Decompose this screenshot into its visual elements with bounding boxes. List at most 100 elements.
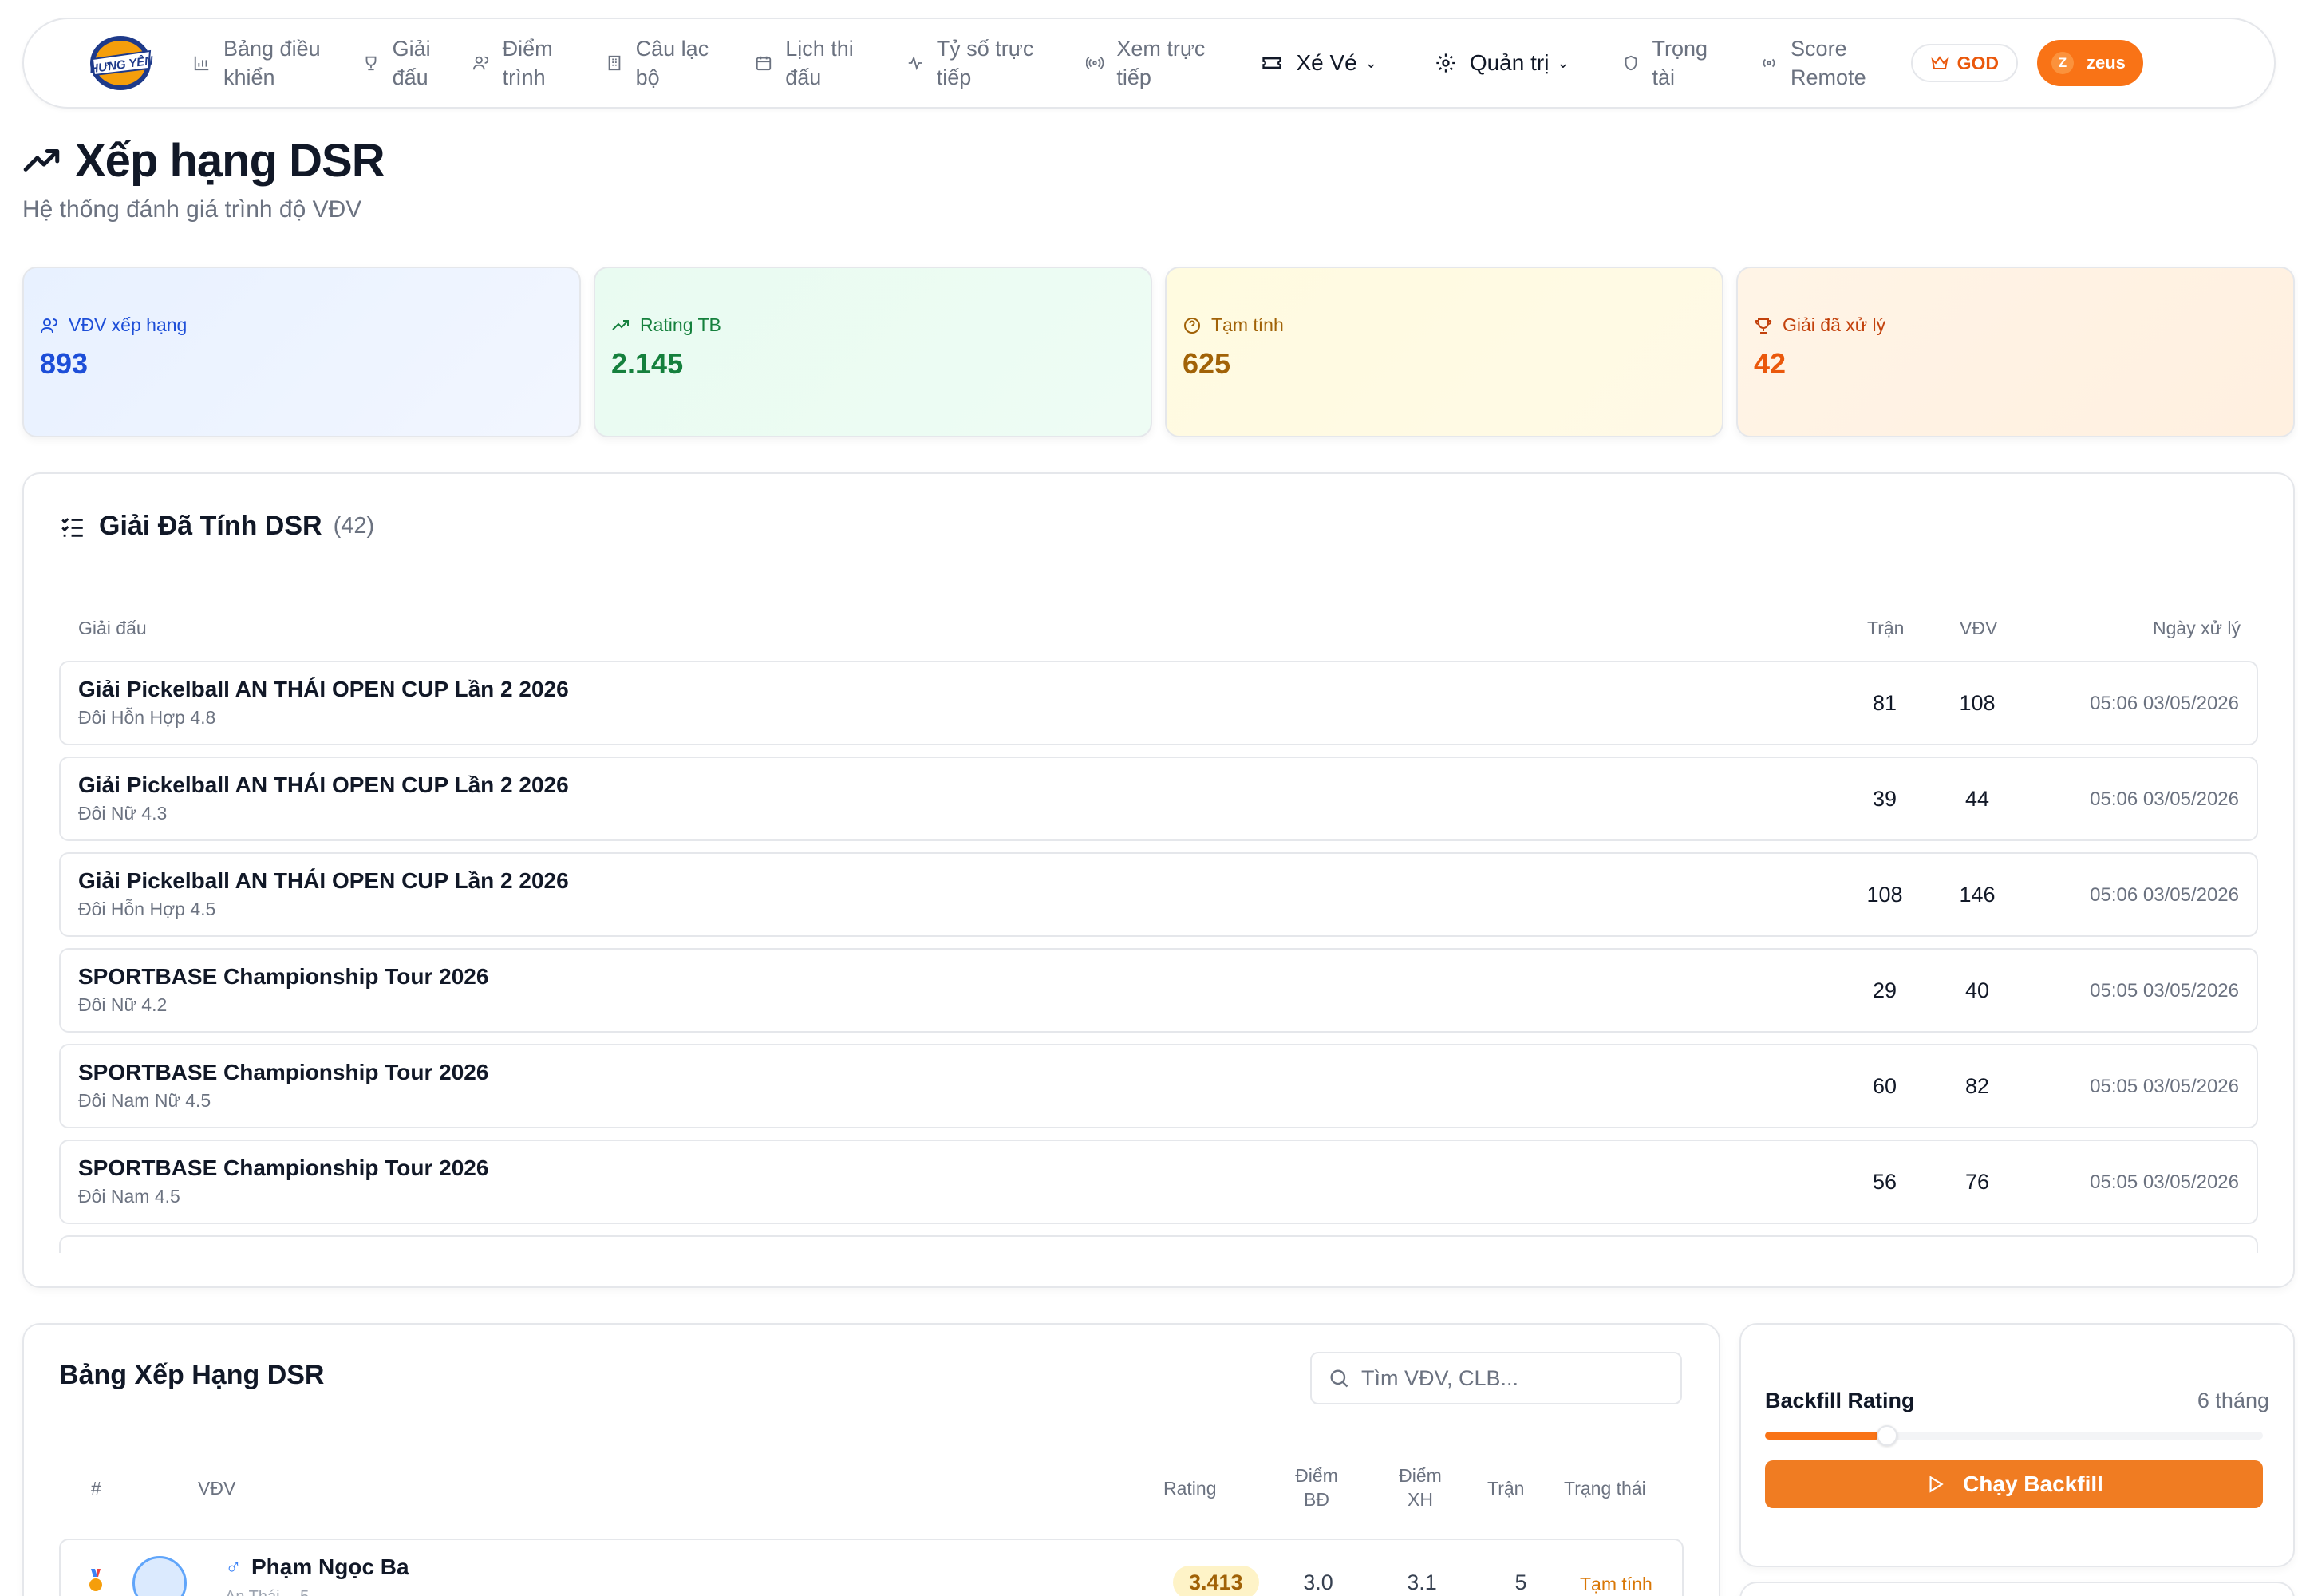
player-name[interactable]: ♂ Phạm Ngọc Ba	[225, 1555, 409, 1580]
stat-value: 2.145	[611, 347, 684, 380]
god-badge[interactable]: GOD	[1910, 44, 2018, 82]
users-icon	[41, 318, 57, 333]
chevron-down-icon: ⌄	[1557, 55, 1570, 71]
table-row[interactable]: SPORTBASE Championship Tour 2026 Đôi Nam…	[59, 1044, 2258, 1128]
nav-clubs[interactable]: Câu lạc bộ	[606, 34, 709, 92]
tournament-category: Đôi Nam 4.5	[78, 1186, 180, 1207]
shield-icon	[1625, 55, 1637, 71]
stat-value: 42	[1754, 347, 1787, 380]
users-icon	[472, 56, 488, 70]
stat-card-ranked-players: VĐV xếp hạng 893	[22, 267, 581, 437]
activity-icon	[908, 55, 922, 71]
tournament-name: SPORTBASE Championship Tour 2026	[78, 964, 489, 989]
stat-value: 893	[40, 347, 89, 380]
button-label: Chạy Backfill	[1963, 1472, 2103, 1496]
nav-label: tiếp	[1116, 65, 1151, 89]
user-name: zeus	[2086, 53, 2126, 73]
list-checks-icon	[61, 517, 83, 537]
rank-points: 3.1	[1407, 1570, 1437, 1594]
match-count: 60	[1872, 1074, 1897, 1098]
tournament-category: Đôi Nữ 4.2	[78, 994, 168, 1015]
table-row[interactable]: SPORTBASE Championship Tour 2026 Đôi Nữ …	[59, 948, 2258, 1033]
nav-schedule[interactable]: Lịch thi đấu	[755, 34, 854, 92]
play-icon	[1929, 1476, 1944, 1493]
stat-label-text: Tạm tính	[1211, 314, 1284, 335]
match-count: 108	[1866, 883, 1903, 907]
nav-label: bộ	[635, 65, 660, 89]
processed-date: 05:06 03/05/2026	[2090, 788, 2239, 810]
column-header-line: XH	[1408, 1489, 1433, 1510]
chevron-down-icon: ⌄	[1364, 55, 1377, 71]
search-placeholder: Tìm VĐV, CLB...	[1361, 1365, 1519, 1390]
tournament-name: SPORTBASE Championship Tour 2026	[78, 1156, 489, 1180]
nav-label: đấu	[785, 65, 822, 89]
rating-badge: 3.413	[1173, 1566, 1259, 1596]
user-menu-button[interactable]: Z zeus	[2036, 40, 2143, 86]
nav-live-scores[interactable]: Tỷ số trực tiếp	[906, 34, 1034, 92]
tournament-name: Giải Pickelball AN THÁI OPEN CUP Lần 2 2…	[78, 772, 569, 797]
nav-admin-dropdown[interactable]: Quản trị ⌄	[1435, 49, 1570, 77]
search-input[interactable]: Tìm VĐV, CLB...	[1310, 1352, 1682, 1404]
nav-tournaments[interactable]: Giải đấu	[362, 34, 431, 92]
column-header-player: VĐV	[198, 1478, 236, 1499]
processed-tournament-list[interactable]: Giải Pickelball AN THÁI OPEN CUP Lần 2 2…	[59, 661, 2258, 1253]
start-points: 3.0	[1303, 1570, 1333, 1594]
tournament-name: SPORTBASE Championship Tour 2026	[78, 1060, 489, 1084]
trending-up-icon	[612, 319, 629, 330]
club-logo[interactable]: HƯNG YÊN	[77, 27, 164, 99]
ticket-icon	[1262, 57, 1282, 69]
table-row[interactable]: Giải Pickelball AN THÁI OPEN CUP Lần 2 2…	[59, 757, 2258, 841]
player-count: 76	[1964, 1170, 1990, 1194]
processed-date: 05:05 03/05/2026	[2090, 1171, 2239, 1193]
player-count: 146	[1959, 883, 1996, 907]
player-count: 82	[1964, 1074, 1990, 1098]
backfill-slider[interactable]	[1765, 1425, 2263, 1446]
nav-label: Remote	[1791, 65, 1866, 89]
player-club: An Thái	[225, 1588, 280, 1596]
nav-watch-live[interactable]: Xem trực tiếp	[1086, 34, 1205, 92]
run-backfill-button[interactable]: Chạy Backfill	[1765, 1460, 2263, 1508]
broadcast-icon	[1086, 57, 1104, 69]
column-header-rank: #	[91, 1478, 101, 1499]
ranking-panel: Bảng Xếp Hạng DSR Tìm VĐV, CLB... # VĐV …	[22, 1323, 1720, 1596]
nav-referee[interactable]: Trọng tài	[1622, 34, 1708, 92]
nav-score-remote[interactable]: Score Remote	[1760, 34, 1866, 92]
tournament-category: Đôi Hỗn Hợp 4.5	[78, 899, 216, 919]
nav-label: tài	[1652, 65, 1676, 89]
status-badge: Tạm tính	[1580, 1574, 1652, 1594]
table-row[interactable]: ♂ Phạm Ngọc Ba An Thái 5 3.413 3.0 3.1 5…	[59, 1539, 1684, 1596]
nav-label: Quản trị	[1469, 50, 1550, 75]
nav-tickets-dropdown[interactable]: Xé Vé ⌄	[1261, 49, 1377, 77]
radio-icon	[1763, 58, 1775, 68]
slider-handle[interactable]	[1876, 1425, 1897, 1446]
nav-label: khiển	[223, 65, 275, 89]
table-row[interactable]	[59, 1235, 2258, 1253]
nav-label: Bảng điều	[223, 37, 321, 61]
match-count: 29	[1872, 978, 1897, 1002]
section-count: (42)	[333, 513, 375, 539]
page-title: Xếp hạng DSR	[22, 134, 385, 188]
nav-label: Câu lạc	[635, 37, 709, 61]
nav-skill-points[interactable]: Điểm trình	[472, 34, 553, 92]
column-header-date: Ngày xử lý	[2153, 618, 2241, 638]
match-count: 5	[1514, 1570, 1527, 1594]
column-header-tournament: Giải đấu	[78, 618, 147, 638]
table-header: Giải đấu Trận VĐV Ngày xử lý	[24, 618, 2293, 642]
column-header-rating: Rating	[1163, 1478, 1217, 1499]
avatar	[132, 1556, 187, 1596]
table-row[interactable]: Giải Pickelball AN THÁI OPEN CUP Lần 2 2…	[59, 852, 2258, 937]
nav-label: Tỷ số trực	[936, 37, 1034, 61]
stat-label: Rating TB	[611, 314, 1135, 336]
column-header-matches: Trận	[1867, 618, 1905, 638]
page-title-text: Xếp hạng DSR	[75, 135, 385, 187]
nav-dashboard[interactable]: Bảng điều khiển	[193, 34, 321, 92]
secondary-panel	[1739, 1582, 2295, 1596]
nav-label: Giải	[392, 37, 431, 61]
table-row[interactable]: Giải Pickelball AN THÁI OPEN CUP Lần 2 2…	[59, 661, 2258, 745]
column-header-start-points: Điểm BĐ	[1277, 1464, 1356, 1511]
backfill-months: 6 tháng	[2197, 1389, 2269, 1412]
table-row[interactable]: SPORTBASE Championship Tour 2026 Đôi Nam…	[59, 1140, 2258, 1224]
column-header-players: VĐV	[1960, 618, 1998, 638]
processed-date: 05:06 03/05/2026	[2090, 884, 2239, 906]
nav-label: Lịch thi	[785, 37, 854, 61]
